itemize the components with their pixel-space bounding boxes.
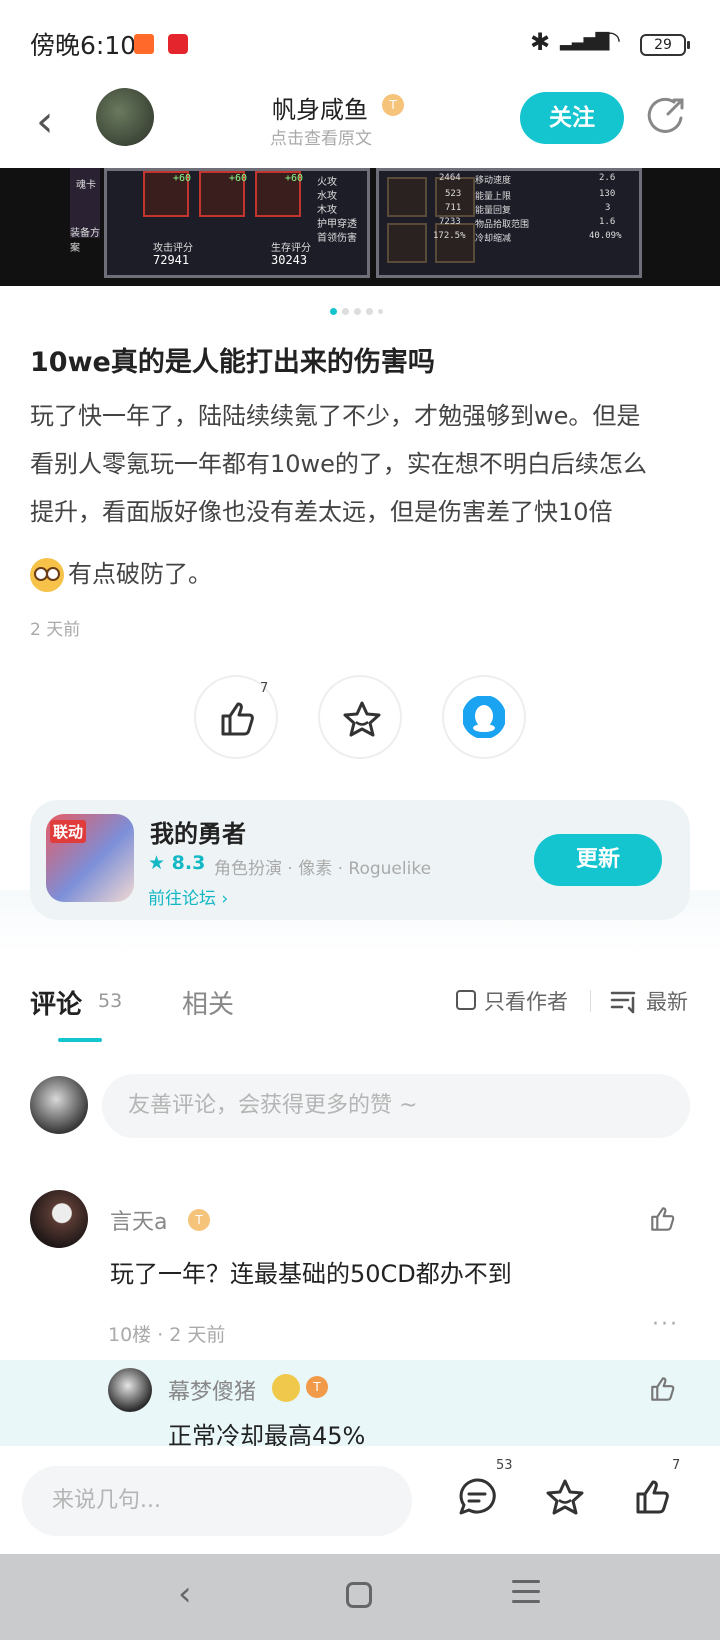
post-timestamp: 2 天前 (30, 620, 81, 640)
comment-count-badge: 53 (496, 1458, 513, 1473)
author-level-badge: T (382, 94, 404, 116)
battery-icon: 29 (640, 34, 690, 56)
reply-level-badge: T (306, 1376, 328, 1398)
comment-like-icon[interactable] (648, 1204, 678, 1234)
like-button[interactable]: 7 (194, 675, 278, 759)
post-title: 10we真的是人能打出来的伤害吗 (30, 347, 435, 378)
commenter-avatar[interactable] (30, 1190, 88, 1248)
author-avatar[interactable] (96, 88, 154, 146)
comment-text: 玩了一年？连最基础的50CD都办不到 (110, 1260, 512, 1288)
item-slot (435, 223, 475, 263)
back-arrow-icon[interactable]: ‹ (36, 96, 54, 147)
system-nav-bar: ‹ (0, 1554, 720, 1640)
reply-avatar[interactable] (108, 1368, 152, 1412)
comment-input[interactable]: 友善评论，会获得更多的赞 ~ (102, 1074, 690, 1138)
game-rating: ★ 8.3 (148, 852, 206, 874)
left-menu-strip: 魂卡 装备方案 (70, 168, 100, 254)
carousel-dot (378, 309, 383, 314)
nav-menu-icon[interactable] (512, 1580, 540, 1610)
carousel-indicator (330, 308, 390, 316)
nav-home-icon[interactable] (346, 1582, 372, 1608)
sort-label[interactable]: 最新 (646, 986, 688, 1016)
forum-link[interactable]: 前往论坛 › (148, 884, 228, 909)
reply-like-icon[interactable] (648, 1374, 678, 1404)
carousel-dot (342, 308, 349, 315)
only-author-checkbox[interactable] (456, 990, 476, 1010)
game-card[interactable]: 联动 我的勇者 ★ 8.3 角色扮演 · 像素 · Roguelike 前往论坛… (30, 800, 690, 920)
comment-meta: 10楼 · 2 天前 (108, 1324, 226, 1346)
commenter-name[interactable]: 言天a (110, 1204, 167, 1236)
app-root: 傍晚6:10 ✱ ▂▃▅▇ ◠ 29 ‹ 帆身咸鱼 T 点击查看原文 关注 魂卡… (0, 0, 720, 1640)
commenter-level-badge: T (188, 1209, 210, 1231)
reply-input[interactable]: 来说几句... (22, 1466, 412, 1536)
game-icon: 联动 (46, 814, 134, 902)
rating-star-icon: ★ (148, 852, 166, 874)
active-tab-indicator (58, 1038, 102, 1042)
like-count: 7 (260, 681, 269, 696)
carousel-dot (354, 308, 361, 315)
status-bar: 傍晚6:10 ✱ ▂▃▅▇ ◠ 29 (0, 0, 720, 88)
comment-icon[interactable] (456, 1476, 498, 1518)
tab-comments[interactable]: 评论 (30, 984, 82, 1021)
status-time: 傍晚6:10 (30, 31, 137, 60)
music-app-icon (168, 34, 188, 54)
thumbs-up-icon (221, 702, 254, 736)
bluetooth-icon: ✱ (530, 28, 551, 56)
star-icon[interactable] (544, 1476, 586, 1518)
more-options-icon[interactable]: ··· (652, 1312, 679, 1337)
carousel-dot (366, 308, 373, 315)
only-author-label[interactable]: 只看作者 (484, 986, 568, 1016)
item-slot (387, 223, 427, 263)
post-body: 玩了快一年了，陆陆续续氪了不少，才勉强够到we。但是 看别人零氪玩一年都有10w… (30, 392, 694, 598)
chevron-right-icon: › (221, 889, 229, 909)
author-name[interactable]: 帆身咸鱼 (250, 90, 390, 125)
shocked-emoji-icon (30, 558, 64, 592)
wifi-icon: ◠ (600, 26, 621, 54)
carousel-dot-active (330, 308, 337, 315)
thumbs-up-icon[interactable] (632, 1476, 674, 1518)
bottom-action-bar: 来说几句... 53 7 (0, 1446, 720, 1554)
favorite-button[interactable] (318, 675, 402, 759)
divider (590, 990, 591, 1012)
game-tags: 角色扮演 · 像素 · Roguelike (214, 859, 432, 879)
reply-title-badge-icon (272, 1374, 300, 1402)
comment-count: 53 (98, 990, 123, 1012)
tab-related[interactable]: 相关 (182, 984, 234, 1021)
qq-icon (463, 696, 505, 738)
notification-app-icon (134, 34, 154, 54)
item-slot (387, 177, 427, 217)
current-user-avatar (30, 1076, 88, 1134)
game-name: 我的勇者 (150, 820, 246, 848)
view-original-link[interactable]: 点击查看原文 (240, 124, 402, 149)
follow-button[interactable]: 关注 (520, 92, 624, 144)
equipment-panel: +60 +60 +60 火攻 水攻 木攻 护甲穿透 首领伤害 攻击评分 7294… (104, 168, 370, 278)
nav-back-icon[interactable]: ‹ (178, 1574, 192, 1614)
post-image-carousel[interactable]: 魂卡 装备方案 +60 +60 +60 火攻 水攻 木攻 护甲穿透 首领伤害 攻… (0, 168, 720, 286)
update-button[interactable]: 更新 (534, 834, 662, 886)
sort-icon[interactable] (610, 990, 638, 1014)
star-icon (343, 701, 381, 737)
qq-share-button[interactable] (442, 675, 526, 759)
stats-panel: 2464 523 711 7233 172.5% 移动速度 能量上限 能量回复 … (376, 168, 642, 278)
share-icon[interactable] (646, 96, 686, 136)
reply-box[interactable]: 幕梦傻猪 T 正常冷却最高45% (0, 1360, 720, 1450)
reply-author-name[interactable]: 幕梦傻猪 (168, 1374, 256, 1406)
like-count-badge: 7 (672, 1458, 681, 1473)
